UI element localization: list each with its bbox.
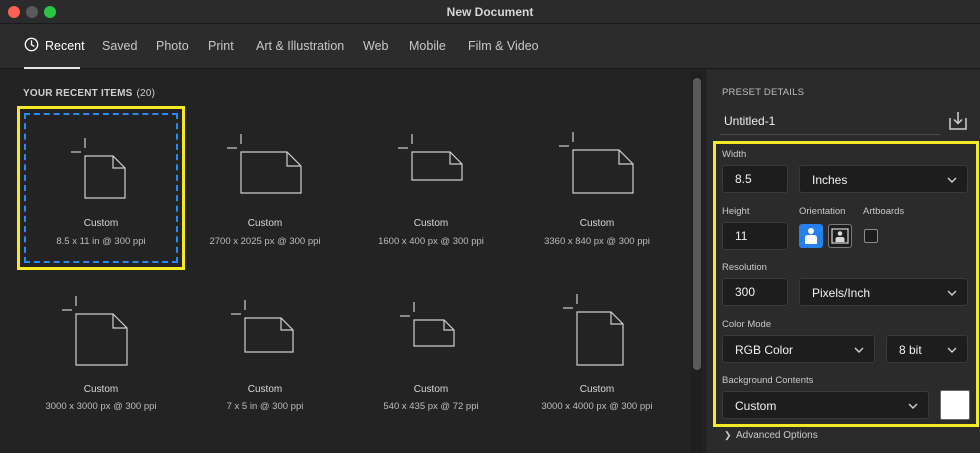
advanced-options-toggle[interactable]: ❯ Advanced Options — [724, 430, 818, 441]
background-contents-label: Background Contents — [722, 375, 814, 386]
recent-items-heading: YOUR RECENT ITEMS (20) — [23, 88, 156, 99]
tab-print[interactable]: Print — [208, 39, 234, 53]
item-name: Custom — [83, 384, 119, 395]
selected-item-outline — [24, 113, 178, 263]
resolution-unit-select[interactable]: Pixels/Inch — [799, 278, 968, 306]
document-icon — [563, 294, 624, 366]
artboards-checkbox[interactable] — [864, 229, 878, 243]
chevron-down-icon — [947, 290, 957, 296]
clock-icon — [24, 37, 39, 52]
recent-item[interactable]: Custom 7 x 5 in @ 300 ppi — [185, 274, 345, 434]
item-size: 3000 x 3000 px @ 300 ppi — [45, 401, 157, 412]
preset-details-heading: PRESET DETAILS — [722, 87, 805, 98]
chevron-down-icon — [854, 347, 864, 353]
background-color-swatch[interactable] — [940, 390, 970, 420]
item-name: Custom — [247, 218, 283, 229]
orientation-label: Orientation — [799, 206, 846, 217]
chevron-down-icon — [947, 347, 957, 353]
document-icon — [227, 134, 302, 194]
recent-item[interactable]: Custom 1600 x 400 px @ 300 ppi — [351, 110, 511, 270]
tab-saved[interactable]: Saved — [102, 39, 137, 53]
resolution-input[interactable]: 300 — [722, 278, 788, 306]
tab-film-video[interactable]: Film & Video — [468, 39, 539, 53]
tab-recent[interactable]: Recent — [45, 39, 85, 53]
item-size: 540 x 435 px @ 72 ppi — [383, 401, 479, 412]
document-icon — [400, 302, 455, 347]
document-icon — [231, 300, 294, 353]
background-contents-select[interactable]: Custom — [722, 391, 929, 419]
resolution-label: Resolution — [722, 262, 767, 273]
width-label: Width — [722, 149, 747, 160]
document-name-field[interactable]: Untitled-1 — [720, 107, 940, 135]
document-icon — [398, 134, 463, 181]
scrollbar-thumb[interactable] — [693, 78, 701, 370]
item-name: Custom — [413, 384, 449, 395]
save-preset-icon[interactable] — [946, 110, 970, 132]
tab-mobile[interactable]: Mobile — [409, 39, 446, 53]
recent-item[interactable]: Custom 2700 x 2025 px @ 300 ppi — [185, 110, 345, 270]
chevron-down-icon — [947, 177, 957, 183]
color-mode-label: Color Mode — [722, 319, 772, 330]
item-size: 2700 x 2025 px @ 300 ppi — [209, 236, 321, 247]
color-mode-value: RGB Color — [735, 343, 794, 357]
chevron-right-icon: ❯ — [724, 430, 732, 440]
tab-art-illustration[interactable]: Art & Illustration — [256, 39, 344, 53]
width-unit-value: Inches — [812, 173, 848, 187]
recent-item[interactable]: Custom 540 x 435 px @ 72 ppi — [351, 274, 511, 434]
portrait-orientation-button[interactable] — [799, 224, 823, 248]
bit-depth-value: 8 bit — [899, 343, 922, 357]
width-input[interactable]: 8.5 — [722, 165, 788, 193]
window-title: New Document — [446, 5, 534, 19]
chevron-down-icon — [908, 403, 918, 409]
resolution-unit-value: Pixels/Inch — [812, 286, 871, 300]
item-name: Custom — [247, 384, 283, 395]
item-size: 3000 x 4000 px @ 300 ppi — [541, 401, 653, 412]
document-icon — [62, 296, 128, 366]
tab-web[interactable]: Web — [363, 39, 388, 53]
color-mode-select[interactable]: RGB Color — [722, 335, 875, 363]
advanced-options-label: Advanced Options — [736, 430, 818, 441]
item-size: 3360 x 840 px @ 300 ppi — [544, 236, 650, 247]
portrait-icon — [805, 228, 817, 244]
item-size: 7 x 5 in @ 300 ppi — [226, 401, 304, 412]
recent-item[interactable]: Custom 3000 x 3000 px @ 300 ppi — [21, 274, 181, 434]
item-name: Custom — [579, 218, 615, 229]
recent-item[interactable]: Custom 3360 x 840 px @ 300 ppi — [517, 110, 677, 270]
title-bar: New Document — [0, 0, 980, 24]
item-size: 1600 x 400 px @ 300 ppi — [378, 236, 484, 247]
landscape-icon — [831, 228, 849, 244]
background-contents-value: Custom — [735, 399, 777, 413]
tab-photo[interactable]: Photo — [156, 39, 189, 53]
recent-items-count: (20) — [136, 88, 156, 99]
height-label: Height — [722, 206, 750, 217]
height-input[interactable]: 11 — [722, 222, 788, 250]
width-unit-select[interactable]: Inches — [799, 165, 968, 193]
document-icon — [559, 132, 634, 194]
bit-depth-select[interactable]: 8 bit — [886, 335, 968, 363]
item-name: Custom — [579, 384, 615, 395]
landscape-orientation-button[interactable] — [828, 224, 852, 248]
item-name: Custom — [413, 218, 449, 229]
recent-item[interactable]: Custom 3000 x 4000 px @ 300 ppi — [517, 274, 677, 434]
artboards-label: Artboards — [863, 206, 905, 217]
active-tab-indicator — [24, 67, 80, 69]
